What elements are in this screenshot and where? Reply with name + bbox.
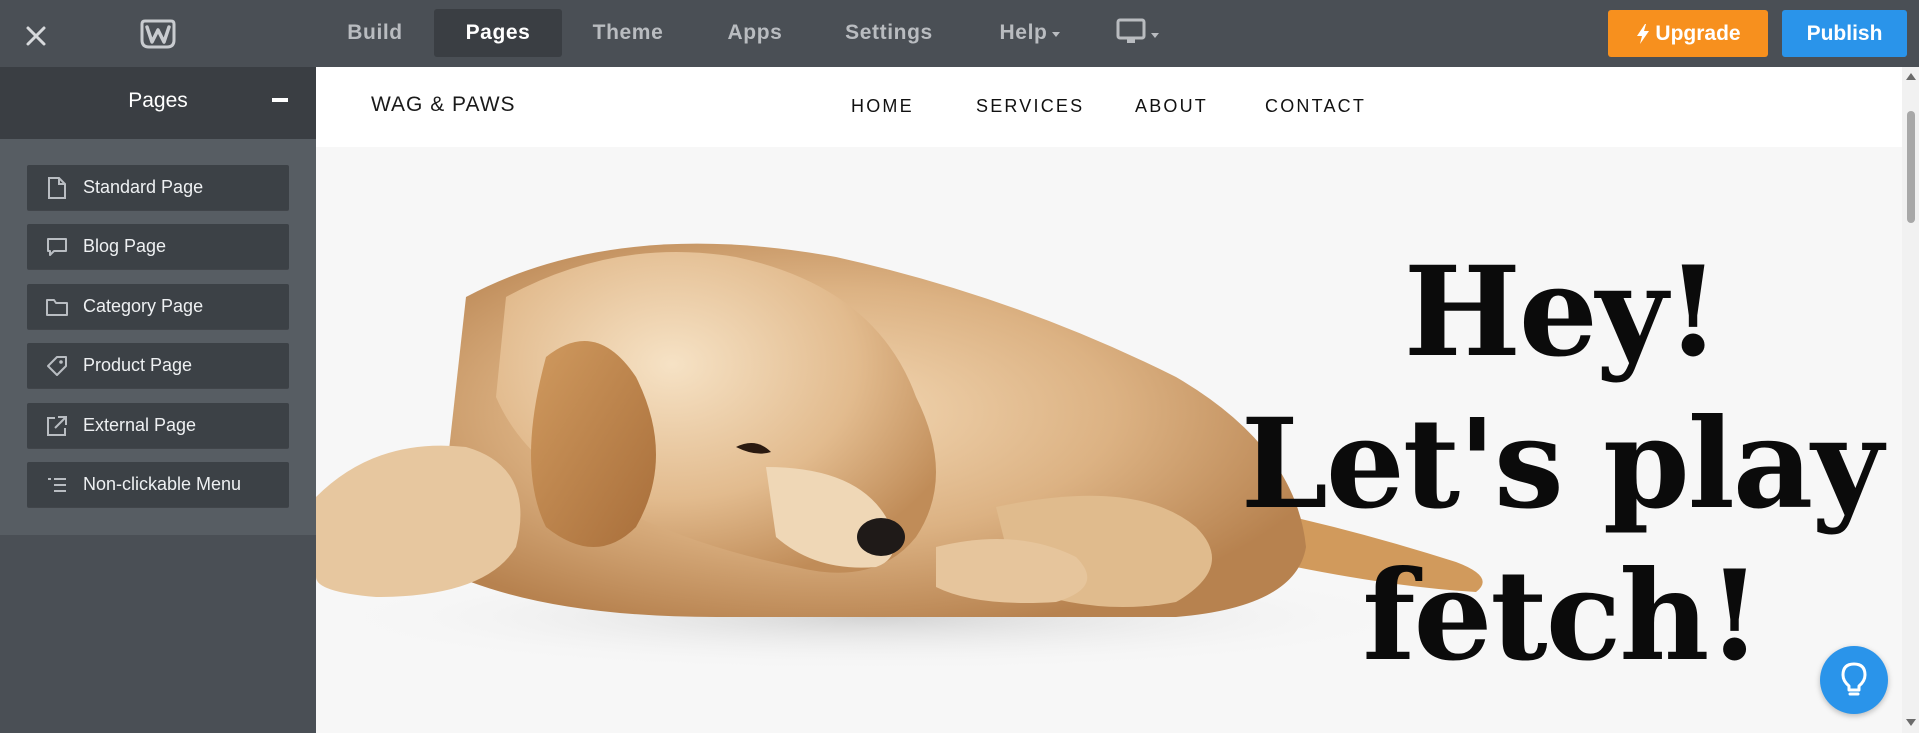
device-toggle-button[interactable] xyxy=(1116,18,1164,50)
monitor-icon xyxy=(1116,18,1146,51)
tab-pages[interactable]: Pages xyxy=(434,9,562,57)
sidebar-item-external-page[interactable]: External Page xyxy=(27,403,289,448)
folder-icon xyxy=(45,295,69,319)
hero-line-1: Hey! xyxy=(1403,240,1721,385)
help-button[interactable] xyxy=(1820,646,1888,714)
tab-settings-label: Settings xyxy=(845,21,933,44)
tab-theme-label: Theme xyxy=(592,21,664,44)
comment-icon xyxy=(45,235,69,259)
page-types-panel: Standard Page Blog Page Category Page Pr… xyxy=(0,139,316,535)
sidebar-item-label: Product Page xyxy=(83,355,193,375)
tab-help-label: Help xyxy=(999,21,1048,44)
sidebar-title: Pages xyxy=(128,89,188,112)
publish-button[interactable]: Publish xyxy=(1782,10,1907,57)
sidebar-item-label: Non-clickable Menu xyxy=(83,474,242,494)
upgrade-button[interactable]: Upgrade xyxy=(1608,10,1768,57)
close-icon[interactable] xyxy=(20,20,52,52)
tab-help[interactable]: Help xyxy=(980,9,1080,57)
chevron-down-icon xyxy=(1151,32,1159,38)
sidebar-item-blog-page[interactable]: Blog Page xyxy=(27,224,289,269)
weebly-logo-icon[interactable] xyxy=(138,18,178,50)
tab-theme[interactable]: Theme xyxy=(572,9,684,57)
external-link-icon xyxy=(45,414,69,438)
sidebar-item-non-clickable-menu[interactable]: Non-clickable Menu xyxy=(27,462,289,507)
sidebar-item-label: Category Page xyxy=(83,296,204,316)
sidebar-header: Pages xyxy=(0,67,316,139)
top-toolbar: Build Pages Theme Apps Settings Help Upg… xyxy=(0,0,1919,67)
document-icon xyxy=(45,176,69,200)
tab-settings[interactable]: Settings xyxy=(826,9,952,57)
tab-build-label: Build xyxy=(347,21,403,44)
hero-headline[interactable]: Hey! Let's play fetch! xyxy=(1176,237,1902,693)
site-preview[interactable]: WAG & PAWS HOME SERVICES ABOUT CONTACT H… xyxy=(316,67,1902,733)
site-nav-contact[interactable]: CONTACT xyxy=(1265,96,1366,117)
chevron-down-icon xyxy=(1052,31,1061,37)
tab-build[interactable]: Build xyxy=(325,9,425,57)
lightbulb-icon xyxy=(1839,661,1869,699)
site-nav-home[interactable]: HOME xyxy=(851,96,914,117)
sidebar-item-standard-page[interactable]: Standard Page xyxy=(27,165,289,210)
scroll-thumb[interactable] xyxy=(1907,111,1915,223)
tab-pages-label: Pages xyxy=(465,21,531,44)
sidebar-item-product-page[interactable]: Product Page xyxy=(27,343,289,388)
site-nav-services[interactable]: SERVICES xyxy=(976,96,1084,117)
tab-apps-label: Apps xyxy=(727,21,783,44)
sidebar-item-category-page[interactable]: Category Page xyxy=(27,284,289,329)
menu-list-icon xyxy=(45,473,69,497)
hero-section[interactable]: Hey! Let's play fetch! xyxy=(316,147,1902,733)
scroll-up-arrow-icon[interactable] xyxy=(1906,73,1916,80)
preview-scrollbar[interactable] xyxy=(1902,67,1919,733)
tag-icon xyxy=(45,354,69,378)
site-brand[interactable]: WAG & PAWS xyxy=(371,93,516,117)
hero-line-2: Let's play xyxy=(1240,392,1884,537)
site-nav-about[interactable]: ABOUT xyxy=(1135,96,1208,117)
scroll-down-arrow-icon[interactable] xyxy=(1906,719,1916,726)
upgrade-label: Upgrade xyxy=(1655,21,1741,45)
lightning-icon xyxy=(1635,23,1651,45)
sidebar-item-label: Standard Page xyxy=(83,177,204,197)
collapse-icon[interactable] xyxy=(272,98,288,102)
sidebar-item-label: Blog Page xyxy=(83,236,167,256)
pages-sidebar: Pages Standard Page Blog Page Category P… xyxy=(0,67,316,733)
tab-apps[interactable]: Apps xyxy=(700,9,810,57)
hero-line-3: fetch! xyxy=(1362,544,1762,689)
publish-label: Publish xyxy=(1806,21,1883,45)
site-header: WAG & PAWS HOME SERVICES ABOUT CONTACT xyxy=(316,67,1902,147)
sidebar-item-label: External Page xyxy=(83,415,197,435)
